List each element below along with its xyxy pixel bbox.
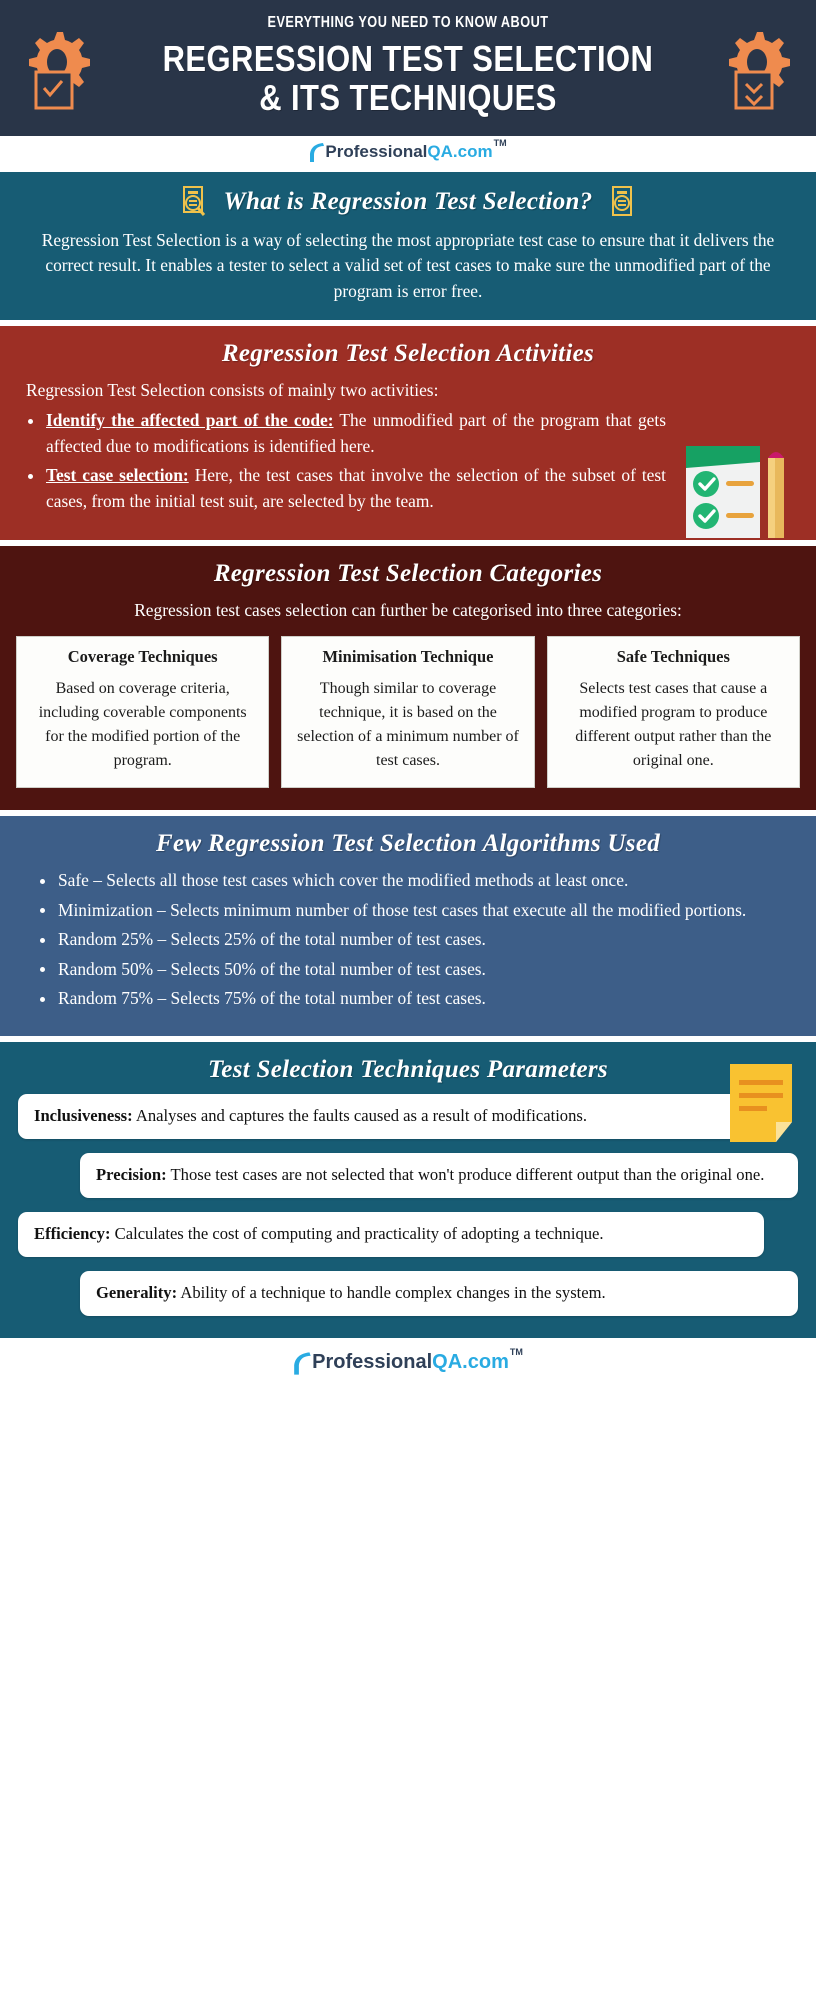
section-title-activities: Regression Test Selection Activities — [221, 340, 595, 368]
card-text: Though similar to coverage technique, it… — [297, 679, 519, 769]
parameter-generality: Generality: Ability of a technique to ha… — [80, 1270, 798, 1317]
category-card-safe: Safe Techniques Selects test cases that … — [546, 635, 800, 788]
document-icon — [611, 185, 632, 216]
logo-bar: Professional QA .com TM — [0, 135, 816, 172]
section-title-categories: Regression Test Selection Categories — [213, 560, 603, 588]
infographic-page: EVERYTHING YOU NEED TO KNOW ABOUT REGRES… — [0, 0, 816, 1391]
parameter-text: Calculates the cost of computing and pra… — [110, 1223, 604, 1243]
activities-lead: Regression Test Selection consists of ma… — [26, 380, 439, 401]
brand-logo: Professional QA .com TM — [309, 139, 507, 164]
intro-body: Regression Test Selection is a way of se… — [41, 229, 775, 301]
list-item: Safe – Selects all those test cases whic… — [38, 868, 816, 894]
document-search-icon — [183, 185, 206, 216]
list-item: Random 50% – Selects 50% of the total nu… — [38, 957, 816, 983]
parameter-inclusiveness: Inclusiveness: Analyses and captures the… — [18, 1093, 764, 1139]
activity-label: Test case selection: — [46, 465, 189, 486]
section-algorithms: Few Regression Test Selection Algorithms… — [0, 815, 816, 1036]
activity-label: Identify the affected part of the code: — [46, 410, 334, 431]
logo-text-qa: QA — [432, 1350, 463, 1373]
logo-text-com: .com — [462, 1350, 509, 1373]
footer-logo-bar: Professional QA .com TM — [0, 1338, 816, 1391]
section-parameters: Test Selection Techniques Parameters Inc… — [0, 1041, 816, 1339]
parameter-label: Generality: — [96, 1282, 178, 1302]
category-card-minimisation: Minimisation Technique Though similar to… — [281, 635, 535, 788]
list-item: Random 25% – Selects 25% of the total nu… — [38, 927, 816, 953]
section-title-algorithms: Few Regression Test Selection Algorithms… — [155, 829, 661, 857]
section-title-text: What is Regression Test Selection? — [223, 187, 593, 215]
page-title: REGRESSION TEST SELECTION & ITS TECHNIQU… — [162, 38, 654, 118]
swoosh-icon — [310, 143, 325, 163]
list-item: Minimization – Selects minimum number of… — [38, 898, 816, 924]
section-title-what-is: What is Regression Test Selection? — [0, 185, 816, 218]
categories-lead: Regression test cases selection can furt… — [134, 600, 682, 621]
card-title: Coverage Techniques — [67, 646, 218, 666]
parameter-efficiency: Efficiency: Calculates the cost of compu… — [18, 1211, 764, 1257]
logo-text-professional: Professional — [325, 142, 428, 162]
checklist-with-pencil-illustration — [686, 446, 784, 539]
parameters-list: Inclusiveness: Analyses and captures the… — [0, 1093, 816, 1317]
category-cards: Coverage Techniques Based on coverage cr… — [0, 624, 816, 788]
brand-logo-footer: Professional QA .com TM — [293, 1347, 523, 1377]
section-what-is: What is Regression Test Selection? Regre… — [0, 171, 816, 321]
logo-text-com: .com — [452, 142, 493, 162]
parameter-text: Ability of a technique to handle complex… — [177, 1282, 606, 1302]
parameter-label: Efficiency: — [34, 1223, 111, 1243]
card-title: Safe Techniques — [616, 646, 730, 666]
header-banner: EVERYTHING YOU NEED TO KNOW ABOUT REGRES… — [0, 0, 816, 136]
parameter-text: Analyses and captures the faults caused … — [132, 1105, 588, 1125]
list-item: Random 75% – Selects 75% of the total nu… — [38, 986, 816, 1012]
parameter-label: Precision: — [96, 1164, 167, 1184]
yellow-note-icon — [730, 1063, 792, 1142]
algorithms-list: Safe – Selects all those test cases whic… — [0, 868, 816, 1012]
logo-tm: TM — [509, 1346, 523, 1357]
gear-with-download-box-icon — [729, 32, 790, 110]
parameter-precision: Precision: Those test cases are not sele… — [80, 1152, 798, 1198]
parameter-text: Those test cases are not selected that w… — [166, 1164, 765, 1184]
card-text: Selects test cases that cause a modified… — [575, 679, 772, 769]
section-activities: Regression Test Selection Activities Reg… — [0, 326, 816, 541]
logo-tm: TM — [493, 138, 507, 149]
section-title-parameters: Test Selection Techniques Parameters — [208, 1055, 608, 1083]
section-categories: Regression Test Selection Categories Reg… — [0, 546, 816, 810]
logo-text-professional: Professional — [312, 1350, 433, 1373]
logo-text-qa: QA — [427, 142, 453, 162]
category-card-coverage: Coverage Techniques Based on coverage cr… — [16, 635, 270, 788]
card-text: Based on coverage criteria, including co… — [38, 679, 247, 769]
parameter-label: Inclusiveness: — [34, 1105, 133, 1125]
swoosh-icon — [294, 1351, 311, 1375]
card-title: Minimisation Technique — [322, 646, 494, 666]
header-kicker: EVERYTHING YOU NEED TO KNOW ABOUT — [267, 14, 549, 31]
